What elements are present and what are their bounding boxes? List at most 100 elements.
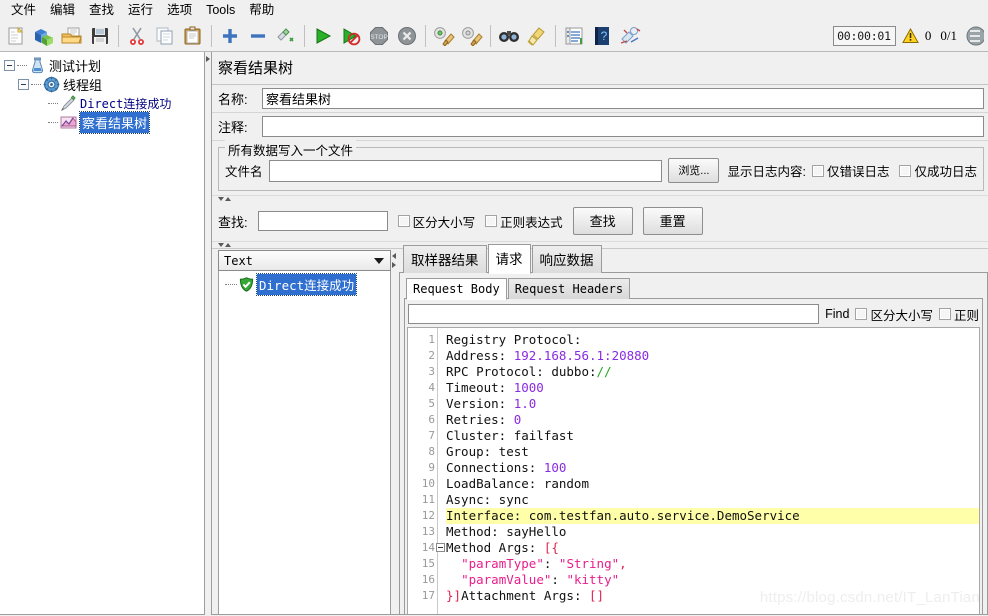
result-detail-column: 取样器结果 请求 响应数据 Request Body Request Headers … (399, 244, 988, 614)
line-number: 10 (421, 477, 435, 490)
request-body-text[interactable]: Registry Protocol: Address: 192.168.56.1:… (438, 328, 979, 614)
code-token: 100 (543, 460, 567, 475)
code-line: Cluster: failfast (446, 428, 979, 444)
copy-icon[interactable] (152, 23, 178, 49)
expand-icon[interactable] (217, 23, 243, 49)
function-helper-icon[interactable] (561, 23, 587, 49)
code-token: 1.0 (513, 396, 537, 411)
tree-collapse-toggle-icon[interactable] (4, 60, 15, 71)
code-line: Interface: com.testfan.auto.service.Demo… (446, 508, 979, 524)
start-icon[interactable] (310, 23, 336, 49)
menu-item-4[interactable]: 选项 (160, 1, 199, 20)
errors-only-checkbox[interactable]: 仅错误日志 (811, 161, 889, 180)
request-body-viewer[interactable]: 1 2 3 4 5 6 7 8 9 10 11 12 13 14 15 16 17 Registry Proto… (407, 327, 980, 614)
name-field-row: 名称: (212, 85, 988, 113)
code-line: Version: 1.0 (446, 396, 979, 412)
name-input[interactable] (262, 88, 984, 109)
request-subtab-1[interactable]: Request Headers (507, 278, 631, 299)
request-subtab-0[interactable]: Request Body (406, 278, 507, 300)
open-icon[interactable] (59, 23, 85, 49)
checkbox-box (397, 215, 410, 227)
tree-collapse-toggle-icon[interactable] (18, 79, 29, 90)
code-token: 0 (513, 412, 522, 427)
templates-icon[interactable] (31, 23, 57, 49)
comment-input[interactable] (262, 116, 984, 137)
menu-item-2[interactable]: 查找 (82, 1, 121, 20)
reset-search-icon[interactable] (524, 23, 550, 49)
filename-input[interactable] (268, 159, 663, 182)
result-tab-1[interactable]: 请求 (487, 244, 531, 274)
code-token: , (619, 556, 627, 571)
line-number: 2 (428, 349, 435, 362)
checkbox-box (485, 215, 498, 227)
about-icon[interactable] (617, 23, 643, 49)
code-token: "paramType" (461, 556, 544, 571)
code-token: Method: sayHello (446, 524, 567, 539)
results-tree[interactable]: Direct连接成功 (218, 271, 391, 614)
request-body-panel: Find 区分大小写 正则 1 2 3 4 5 6 7 8 9 10 11 12… (404, 299, 983, 614)
comment-field-row: 注释: (212, 113, 988, 141)
search-regex-checkbox[interactable]: 正则表达式 (485, 212, 563, 231)
search-icon[interactable] (496, 23, 522, 49)
request-find-case-label: 区分大小写 (870, 308, 933, 323)
tree-node-label: 察看结果树 (78, 111, 151, 134)
new-icon[interactable] (3, 23, 29, 49)
save-icon[interactable] (87, 23, 113, 49)
checkbox-box (938, 308, 951, 320)
code-token: 1000 (513, 380, 544, 395)
result-tab-0[interactable]: 取样器结果 (403, 245, 487, 273)
test-plan-tree[interactable]: 测试计划 线程组 Direct连接成功 察看结果树 (0, 52, 204, 134)
menu-item-6[interactable]: 帮助 (242, 1, 281, 20)
request-find-input[interactable] (408, 304, 820, 324)
collapse-icon[interactable] (245, 23, 271, 49)
stop-icon[interactable]: STOP (366, 23, 392, 49)
find-button[interactable]: 查找 (572, 207, 633, 235)
svg-text:STOP: STOP (370, 34, 388, 41)
line-number: 15 (421, 557, 435, 570)
code-token: : (551, 572, 567, 587)
browse-button[interactable]: 浏览... (668, 158, 720, 183)
result-item-0[interactable]: Direct连接成功 (219, 272, 390, 296)
menu-item-5[interactable]: Tools (199, 1, 242, 20)
success-only-checkbox[interactable]: 仅成功日志 (899, 161, 977, 180)
start-no-timers-icon[interactable] (338, 23, 364, 49)
tree-node-0[interactable]: 测试计划 (2, 56, 204, 75)
menu-item-3[interactable]: 运行 (121, 1, 160, 20)
tree-node-3[interactable]: 察看结果树 (2, 111, 204, 134)
success-only-label: 仅成功日志 (914, 165, 977, 179)
clear-status-icon[interactable] (964, 26, 984, 46)
code-token: Timeout: (446, 380, 514, 395)
clear-icon[interactable] (431, 23, 457, 49)
warning-triangle-icon[interactable] (902, 27, 919, 44)
tree-node-2[interactable]: Direct连接成功 (2, 94, 204, 113)
line-number: 11 (421, 493, 435, 506)
toggle-icon[interactable] (273, 23, 299, 49)
checkbox-box (811, 164, 824, 177)
results-vertical-split-handle[interactable] (391, 249, 399, 614)
request-find-regex-checkbox[interactable]: 正则 (938, 305, 979, 324)
help-icon[interactable]: ? (589, 23, 615, 49)
code-token: RPC Protocol: dubbo: (446, 364, 597, 379)
tree-connector (225, 283, 237, 285)
tree-connector (48, 122, 58, 123)
request-subtabs: Request Body Request Headers (404, 277, 983, 300)
tree-node-1[interactable]: 线程组 (2, 75, 204, 94)
request-find-case-checkbox[interactable]: 区分大小写 (855, 305, 933, 324)
code-token: Version: (446, 396, 514, 411)
search-input[interactable] (257, 211, 388, 231)
menu-item-0[interactable]: 文件 (4, 1, 43, 20)
reset-button[interactable]: 重置 (642, 207, 703, 235)
result-tab-2[interactable]: 响应数据 (531, 245, 602, 273)
result-tabs: 取样器结果 请求 响应数据 (399, 244, 988, 274)
clear-all-icon[interactable] (459, 23, 485, 49)
menu-bar: 文件 编辑 查找 运行 选项 Tools 帮助 (0, 0, 988, 20)
renderer-select[interactable]: Text (218, 250, 391, 271)
shutdown-icon[interactable] (394, 23, 420, 49)
cut-icon[interactable] (124, 23, 150, 49)
menu-item-1[interactable]: 编辑 (43, 1, 82, 20)
horizontal-split-handle-top[interactable] (212, 195, 988, 202)
paste-icon[interactable] (180, 23, 206, 49)
search-case-sensitive-checkbox[interactable]: 区分大小写 (397, 212, 475, 231)
code-token: Registry Protocol: (446, 332, 582, 347)
